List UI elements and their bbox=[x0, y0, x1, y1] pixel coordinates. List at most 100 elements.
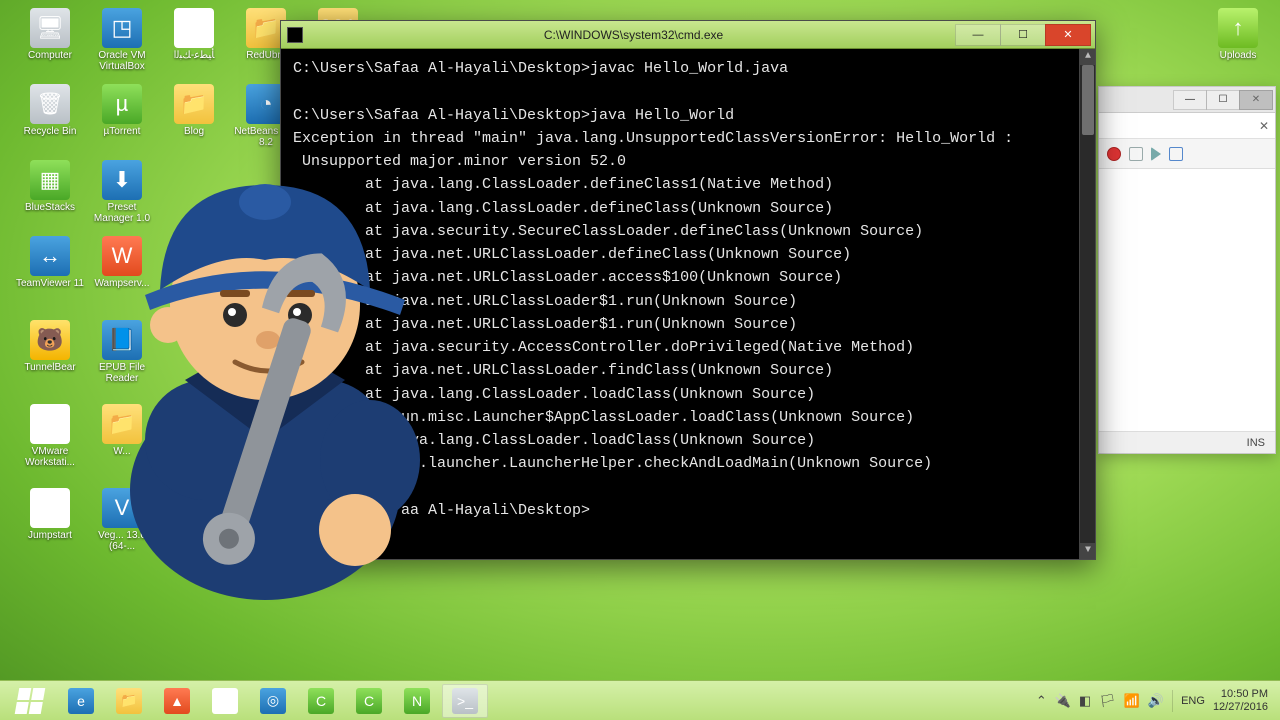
icon-label: TunnelBear bbox=[24, 362, 75, 373]
sec-titlebar[interactable]: — ☐ ✕ bbox=[1099, 87, 1275, 113]
desktop-icon-bluestacks[interactable]: ▦ BlueStacks bbox=[16, 160, 84, 213]
app-icon: 🖥 bbox=[30, 8, 70, 48]
taskbar-item-camtasia2[interactable]: C bbox=[346, 684, 392, 718]
camtasia2-icon: C bbox=[356, 688, 382, 714]
maximize-button[interactable]: ☐ bbox=[1000, 24, 1046, 46]
terminal-text: C:\Users\Safaa Al-Hayali\Desktop>javac H… bbox=[293, 57, 1083, 522]
app-icon: ↑ bbox=[1218, 8, 1258, 48]
icon-label: ﺄﻴﻄﻋ-ﻚﺒﻟﺍ bbox=[174, 50, 215, 61]
volume-icon[interactable]: 🔊 bbox=[1148, 693, 1164, 709]
app-icon: 📁 bbox=[102, 404, 142, 444]
network-icon[interactable]: 📶 bbox=[1124, 693, 1140, 709]
taskbar-item-cmd[interactable]: >_ bbox=[442, 684, 488, 718]
desktop-icon-vmware-workstati-[interactable]: ◪VMware Workstati... bbox=[16, 404, 84, 468]
loop-icon[interactable] bbox=[1169, 147, 1183, 161]
close-button[interactable]: ✕ bbox=[1045, 24, 1091, 46]
app-icon: ↔ bbox=[30, 236, 70, 276]
scrollbar[interactable]: ▲ ▼ bbox=[1079, 49, 1095, 559]
desktop-icon-jumpstart[interactable]: ✶Jumpstart bbox=[16, 488, 84, 541]
icon-label: Uploads bbox=[1220, 50, 1257, 61]
sec-body bbox=[1099, 169, 1275, 431]
tray-up-icon[interactable]: ⌃ bbox=[1036, 693, 1047, 709]
desktop-icon--torrent[interactable]: µ µTorrent bbox=[88, 84, 156, 137]
secondary-window[interactable]: — ☐ ✕ ✕ INS bbox=[1098, 86, 1276, 454]
icon-label: Veg... 13.0 (64-... bbox=[88, 530, 156, 552]
tray-app-icon[interactable]: ◧ bbox=[1079, 693, 1091, 709]
cmd-title: C:\WINDOWS\system32\cmd.exe bbox=[311, 28, 956, 42]
date-text: 12/27/2016 bbox=[1213, 701, 1268, 713]
safely-remove-icon[interactable]: 🔌 bbox=[1055, 693, 1071, 709]
icon-label: µTorrent bbox=[104, 126, 141, 137]
sec-sub-close[interactable]: ✕ bbox=[1099, 113, 1275, 139]
taskbar-item-camtasia[interactable]: C bbox=[298, 684, 344, 718]
desktop-icon-wampserv-[interactable]: W Wampserv... bbox=[88, 236, 156, 289]
icon-label: Wampserv... bbox=[94, 278, 149, 289]
desktop-icon-oracle-vm-virtualbox[interactable]: ◳Oracle VM VirtualBox bbox=[88, 8, 156, 72]
vlc-icon: ▲ bbox=[164, 688, 190, 714]
app-icon: ✶ bbox=[30, 488, 70, 528]
app-icon: ◳ bbox=[102, 8, 142, 48]
icon-label: Oracle VM VirtualBox bbox=[88, 50, 156, 72]
desktop-icon--[interactable]: 7z ﺄﻴﻄﻋ-ﻚﺒﻟﺍ bbox=[160, 8, 228, 61]
app-icon: 🗑 bbox=[30, 84, 70, 124]
play-icon[interactable] bbox=[1151, 147, 1161, 161]
record-icon[interactable] bbox=[1107, 147, 1121, 161]
icon-label: EPUB File Reader bbox=[88, 362, 156, 384]
time-text: 10:50 PM bbox=[1221, 688, 1268, 700]
sec-minimize-button[interactable]: — bbox=[1173, 90, 1207, 110]
sec-close-button[interactable]: ✕ bbox=[1239, 90, 1273, 110]
taskbar-item-notepadpp[interactable]: N bbox=[394, 684, 440, 718]
start-button[interactable] bbox=[6, 684, 54, 718]
windows-logo-icon bbox=[15, 688, 46, 714]
clock[interactable]: 10:50 PM 12/27/2016 bbox=[1213, 688, 1268, 712]
desktop-icon-teamviewer-11[interactable]: ↔ TeamViewer 11 bbox=[16, 236, 84, 289]
desktop-icon-epub-file-reader[interactable]: 📘EPUB File Reader bbox=[88, 320, 156, 384]
taskbar-item-ie[interactable]: e bbox=[58, 684, 104, 718]
desktop-icon-uploads[interactable]: ↑ Uploads bbox=[1204, 8, 1272, 61]
app-icon: 📘 bbox=[102, 320, 142, 360]
icon-label: BlueStacks bbox=[25, 202, 75, 213]
app-icon: ▦ bbox=[30, 160, 70, 200]
recorder-icon: ◎ bbox=[260, 688, 286, 714]
language-indicator[interactable]: ENG bbox=[1181, 695, 1205, 707]
app-icon: 7z bbox=[174, 8, 214, 48]
taskbar-item-vlc[interactable]: ▲ bbox=[154, 684, 200, 718]
taskbar-item-explorer[interactable]: 📁 bbox=[106, 684, 152, 718]
desktop-icon-recycle-bin[interactable]: 🗑 Recycle Bin bbox=[16, 84, 84, 137]
desktop-icon-computer[interactable]: 🖥 Computer bbox=[16, 8, 84, 61]
stop-icon[interactable] bbox=[1129, 147, 1143, 161]
icon-label: Computer bbox=[28, 50, 72, 61]
app-icon: 🐻 bbox=[30, 320, 70, 360]
cmd-icon: >_ bbox=[452, 688, 478, 714]
scroll-up-icon[interactable]: ▲ bbox=[1080, 49, 1095, 65]
cmd-titlebar[interactable]: C:\WINDOWS\system32\cmd.exe — ☐ ✕ bbox=[281, 21, 1095, 49]
cmd-window[interactable]: C:\WINDOWS\system32\cmd.exe — ☐ ✕ C:\Use… bbox=[280, 20, 1096, 560]
ie-icon: e bbox=[68, 688, 94, 714]
app-icon: µ bbox=[102, 84, 142, 124]
taskbar-item-recorder[interactable]: ◎ bbox=[250, 684, 296, 718]
scroll-thumb[interactable] bbox=[1082, 65, 1094, 135]
desktop-icon-tunnelbear[interactable]: 🐻 TunnelBear bbox=[16, 320, 84, 373]
app-icon: ◪ bbox=[30, 404, 70, 444]
taskbar-item-chrome[interactable]: ◉ bbox=[202, 684, 248, 718]
cmd-icon bbox=[287, 27, 303, 43]
system-tray[interactable]: ⌃ 🔌 ◧ 🏳 📶 🔊 ENG 10:50 PM 12/27/2016 bbox=[1036, 688, 1274, 712]
taskbar[interactable]: e📁▲◉◎CCN>_ ⌃ 🔌 ◧ 🏳 📶 🔊 ENG 10:50 PM 12/2… bbox=[0, 680, 1280, 720]
desktop-icon-blog[interactable]: 📁Blog bbox=[160, 84, 228, 137]
scroll-down-icon[interactable]: ▼ bbox=[1080, 543, 1095, 559]
desktop-icon-veg-13-0-64-[interactable]: VVeg... 13.0 (64-... bbox=[88, 488, 156, 552]
sec-maximize-button[interactable]: ☐ bbox=[1206, 90, 1240, 110]
desktop-icon-preset-manager-1-0[interactable]: ⬇Preset Manager 1.0 bbox=[88, 160, 156, 224]
sec-toolbar bbox=[1099, 139, 1275, 169]
icon-label: Recycle Bin bbox=[24, 126, 77, 137]
action-center-icon[interactable]: 🏳 bbox=[1099, 693, 1116, 709]
app-icon: 📁 bbox=[174, 84, 214, 124]
camtasia-icon: C bbox=[308, 688, 334, 714]
app-icon: W bbox=[102, 236, 142, 276]
desktop-icon-w-[interactable]: 📁W... bbox=[88, 404, 156, 457]
sec-status: INS bbox=[1099, 431, 1275, 453]
terminal-output[interactable]: C:\Users\Safaa Al-Hayali\Desktop>javac H… bbox=[281, 49, 1095, 559]
app-icon: ⬇ bbox=[102, 160, 142, 200]
icon-label: TeamViewer 11 bbox=[16, 278, 84, 289]
minimize-button[interactable]: — bbox=[955, 24, 1001, 46]
